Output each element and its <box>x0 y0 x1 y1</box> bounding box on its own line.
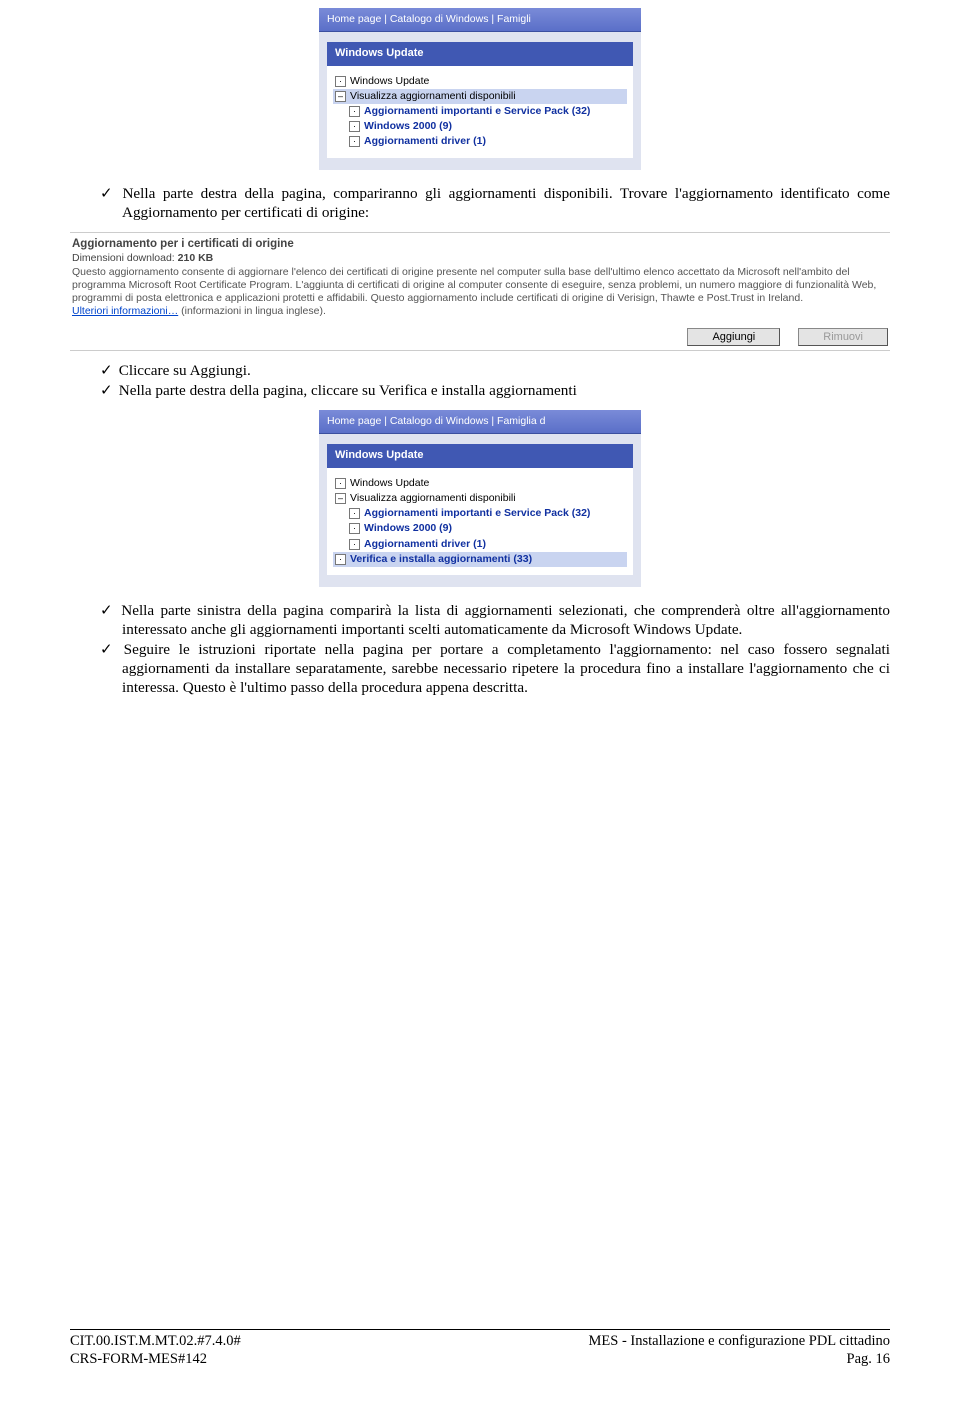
page-footer: CIT.00.IST.M.MT.02.#7.4.0# CRS-FORM-MES#… <box>70 1329 890 1368</box>
check-icon: ✓ <box>100 641 118 658</box>
wu-title: Windows Update <box>327 42 633 66</box>
add-button[interactable]: Aggiungi <box>687 328 780 346</box>
tree-label: Visualizza aggiornamenti disponibili <box>350 90 516 103</box>
expand-icon[interactable]: · <box>349 106 360 117</box>
instruction-item: ✓Nella parte destra della pagina, clicca… <box>100 381 890 400</box>
cert-more-link[interactable]: Ulteriori informazioni… <box>72 305 178 317</box>
check-icon: ✓ <box>100 185 116 202</box>
cert-title: Aggiornamento per i certificati di origi… <box>72 237 888 251</box>
footer-code-1: CIT.00.IST.M.MT.02.#7.4.0# <box>70 1332 241 1350</box>
expand-icon[interactable]: · <box>349 508 360 519</box>
expand-icon[interactable]: · <box>349 136 360 147</box>
tree-item[interactable]: –Visualizza aggiornamenti disponibili <box>333 491 627 506</box>
collapse-icon[interactable]: – <box>335 91 346 102</box>
instruction-item: ✓Seguire le istruzioni riportate nella p… <box>100 640 890 697</box>
tree-label: Windows 2000 (9) <box>364 522 452 535</box>
tree-label: Windows Update <box>350 75 429 88</box>
windows-update-panel-1: Home page | Catalogo di Windows | Famigl… <box>319 8 641 170</box>
expand-icon[interactable]: · <box>349 121 360 132</box>
instruction-list-3: ✓Nella parte sinistra della pagina compa… <box>70 601 890 697</box>
collapse-icon[interactable]: – <box>335 493 346 504</box>
tree-item[interactable]: –Visualizza aggiornamenti disponibili <box>333 89 627 104</box>
expand-icon[interactable]: · <box>335 478 346 489</box>
instruction-item: ✓Nella parte sinistra della pagina compa… <box>100 601 890 639</box>
check-icon: ✓ <box>100 362 113 379</box>
tree-label: Verifica e installa aggiornamenti (33) <box>350 553 532 566</box>
tree-label: Aggiornamenti driver (1) <box>364 538 486 551</box>
tree-item[interactable]: · Windows Update <box>333 476 627 491</box>
cert-desc: Questo aggiornamento consente di aggiorn… <box>72 266 888 304</box>
tree-item[interactable]: · Verifica e installa aggiornamenti (33) <box>333 552 627 567</box>
wu-title-2: Windows Update <box>327 444 633 468</box>
tree-item[interactable]: · Aggiornamenti importanti e Service Pack… <box>333 104 627 119</box>
tree-item[interactable]: · Windows 2000 (9) <box>333 521 627 536</box>
wu-toolbar-2: Home page | Catalogo di Windows | Famigl… <box>319 410 641 434</box>
footer-code-2: CRS-FORM-MES#142 <box>70 1350 241 1368</box>
tree-item[interactable]: · Windows Update <box>333 74 627 89</box>
check-icon: ✓ <box>100 382 113 399</box>
tree-label: Aggiornamenti driver (1) <box>364 135 486 148</box>
expand-icon[interactable]: · <box>335 554 346 565</box>
tree-label: Visualizza aggiornamenti disponibili <box>350 492 516 505</box>
tree-item[interactable]: · Aggiornamenti driver (1) <box>333 134 627 149</box>
check-icon: ✓ <box>100 602 115 619</box>
expand-icon[interactable]: · <box>349 539 360 550</box>
windows-update-panel-2: Home page | Catalogo di Windows | Famigl… <box>319 410 641 587</box>
tree-item[interactable]: · Aggiornamenti driver (1) <box>333 537 627 552</box>
cert-update-block: Aggiornamento per i certificati di origi… <box>70 232 890 352</box>
tree-label: Windows Update <box>350 477 429 490</box>
footer-doc-title: MES - Installazione e configurazione PDL… <box>589 1332 890 1350</box>
tree-label: Aggiornamenti importanti e Service Pack … <box>364 507 590 520</box>
instruction-item: ✓Nella parte destra della pagina, compar… <box>100 184 890 222</box>
instruction-list-1: ✓Nella parte destra della pagina, compar… <box>70 184 890 222</box>
tree-item[interactable]: · Windows 2000 (9) <box>333 119 627 134</box>
footer-page-num: Pag. 16 <box>589 1350 890 1368</box>
expand-icon[interactable]: · <box>349 523 360 534</box>
remove-button[interactable]: Rimuovi <box>798 328 888 346</box>
tree-label: Windows 2000 (9) <box>364 120 452 133</box>
wu-toolbar: Home page | Catalogo di Windows | Famigl… <box>319 8 641 32</box>
cert-size: Dimensioni download: 210 KB <box>72 252 888 265</box>
tree-item[interactable]: · Aggiornamenti importanti e Service Pack… <box>333 506 627 521</box>
tree-label: Aggiornamenti importanti e Service Pack … <box>364 105 590 118</box>
expand-icon[interactable]: · <box>335 76 346 87</box>
instruction-list-2: ✓Cliccare su Aggiungi.✓Nella parte destr… <box>70 361 890 400</box>
instruction-item: ✓Cliccare su Aggiungi. <box>100 361 890 380</box>
cert-link-note: (informazioni in lingua inglese). <box>178 305 326 317</box>
